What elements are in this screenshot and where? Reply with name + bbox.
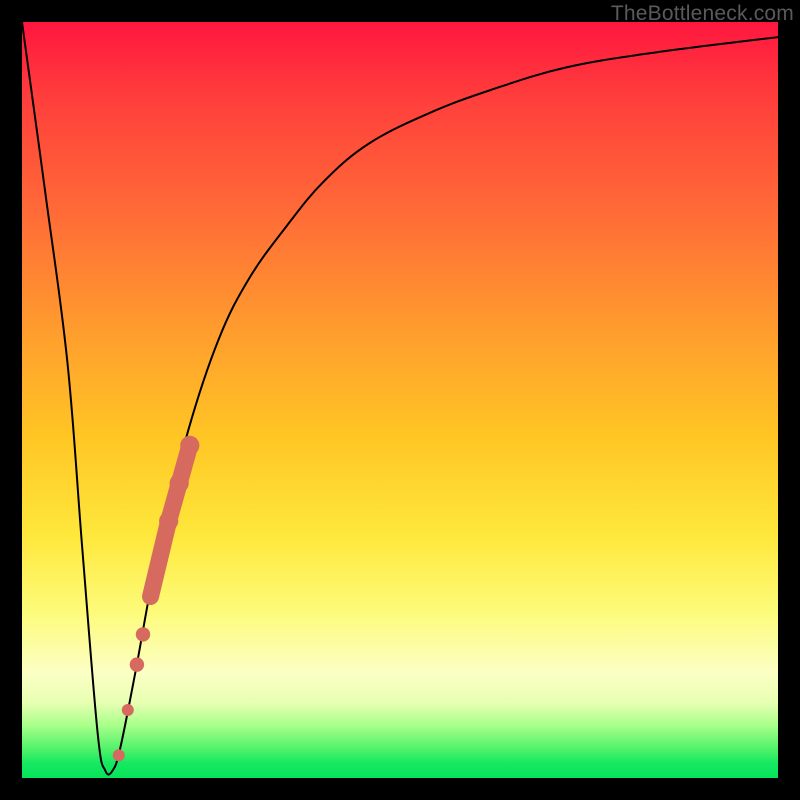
curve-marker (151, 550, 168, 567)
chart-frame: TheBottleneck.com (0, 0, 800, 800)
curve-marker (130, 657, 144, 671)
curve-marker (159, 511, 178, 530)
curve-marker (113, 749, 125, 761)
chart-plot-area (22, 22, 778, 778)
curve-marker (122, 704, 134, 716)
watermark-text: TheBottleneck.com (611, 2, 794, 26)
curve-marker (136, 627, 150, 641)
curve-marker (180, 436, 199, 455)
curve-marker (145, 591, 157, 603)
curve-marker (170, 474, 189, 493)
chart-svg (22, 22, 778, 778)
